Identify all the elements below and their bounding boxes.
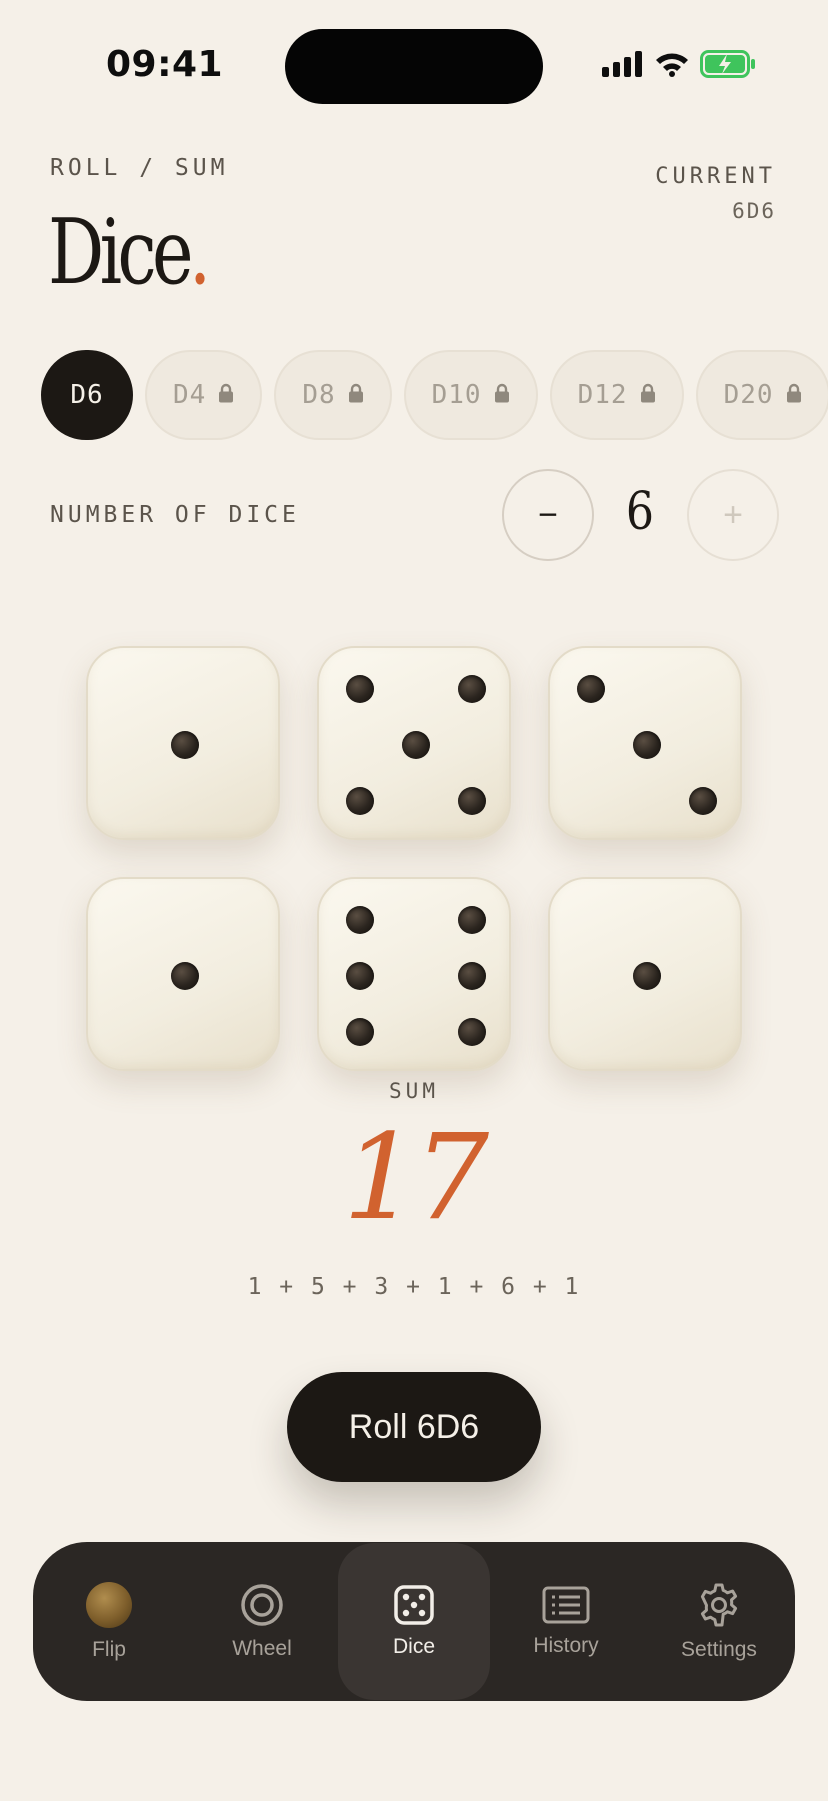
tab-label: Flip <box>92 1637 126 1661</box>
die-pip <box>458 906 486 934</box>
dice-type-label: D4 <box>173 380 207 410</box>
tab-flip[interactable]: Flip <box>33 1542 185 1701</box>
number-of-dice-label: NUMBER OF DICE <box>50 502 300 528</box>
dice-type-label: D6 <box>70 380 104 410</box>
battery-charging-icon <box>700 50 755 78</box>
page-title: Dice. <box>48 200 211 305</box>
die-pip <box>171 731 199 759</box>
die-pip <box>402 731 430 759</box>
dice-count-value: 6 <box>625 482 655 542</box>
dice-type-d8[interactable]: D8 <box>274 350 392 440</box>
tab-history[interactable]: History <box>490 1542 642 1701</box>
tab-label: Wheel <box>232 1636 292 1660</box>
die-pip <box>346 906 374 934</box>
status-time: 09:41 <box>106 44 224 85</box>
dynamic-island <box>285 29 543 104</box>
tab-label: Settings <box>681 1637 757 1661</box>
die-face <box>548 646 742 840</box>
lock-icon <box>218 380 234 410</box>
gear-icon <box>700 1583 738 1626</box>
dice-type-selector: D6 D4 D8 D10 D12 D20 <box>41 350 828 440</box>
status-icons <box>602 50 756 78</box>
current-value: 6D6 <box>732 199 776 223</box>
dice-type-label: D8 <box>302 380 336 410</box>
dice-type-d20[interactable]: D20 <box>695 350 828 440</box>
dice-type-label: D12 <box>577 380 628 410</box>
dice-type-d12[interactable]: D12 <box>549 350 684 440</box>
tab-bar: Flip Wheel Dice History Settings <box>33 1542 795 1701</box>
lock-icon <box>786 380 802 410</box>
die-face <box>86 877 280 1071</box>
increase-dice-button[interactable]: + <box>687 469 779 561</box>
die-pip <box>458 962 486 990</box>
dice-type-d6[interactable]: D6 <box>41 350 133 440</box>
title-dot: . <box>188 200 211 305</box>
tab-label: Dice <box>392 1634 435 1658</box>
die-pip <box>633 731 661 759</box>
coin-icon <box>86 1581 132 1628</box>
die-pip <box>346 675 374 703</box>
sum-value: 17 <box>342 1108 489 1246</box>
die-pip <box>171 962 199 990</box>
decrease-dice-button[interactable]: − <box>502 469 594 561</box>
sum-label: SUM <box>389 1079 439 1103</box>
die-pip <box>346 1018 374 1046</box>
page-title-text: Dice <box>48 200 194 305</box>
die-pip <box>346 787 374 815</box>
wheel-icon <box>241 1583 283 1626</box>
tab-settings[interactable]: Settings <box>643 1542 795 1701</box>
die-pip <box>346 962 374 990</box>
screen-eyebrow: ROLL / SUM <box>50 155 229 181</box>
die-pip <box>458 787 486 815</box>
tab-dice[interactable]: Dice <box>338 1543 490 1700</box>
die-pip <box>633 962 661 990</box>
history-icon <box>542 1586 590 1623</box>
die-face <box>86 646 280 840</box>
lock-icon <box>640 380 656 410</box>
die-face <box>548 877 742 1071</box>
current-label: CURRENT <box>655 164 776 189</box>
dice-type-label: D10 <box>431 380 482 410</box>
sum-breakdown: 1 + 5 + 3 + 1 + 6 + 1 <box>247 1274 581 1300</box>
lock-icon <box>348 380 364 410</box>
wifi-icon <box>656 53 688 77</box>
cellular-signal-icon <box>602 51 642 77</box>
dice-type-label: D20 <box>723 380 774 410</box>
die-face <box>317 877 511 1071</box>
roll-button[interactable]: Roll 6D6 <box>287 1372 541 1482</box>
dice-type-d4[interactable]: D4 <box>145 350 263 440</box>
die-pip <box>458 1018 486 1046</box>
dice-screen: 09:41 ROLL / SUM Dice. CURRENT 6D6 D6 D4… <box>0 0 828 1801</box>
die-face <box>317 646 511 840</box>
die-pip <box>689 787 717 815</box>
lock-icon <box>494 380 510 410</box>
dice-type-d10[interactable]: D10 <box>403 350 538 440</box>
die-pip <box>458 675 486 703</box>
dice-icon <box>394 1584 434 1625</box>
tab-label: History <box>533 1633 599 1657</box>
die-pip <box>577 675 605 703</box>
tab-wheel[interactable]: Wheel <box>186 1542 338 1701</box>
